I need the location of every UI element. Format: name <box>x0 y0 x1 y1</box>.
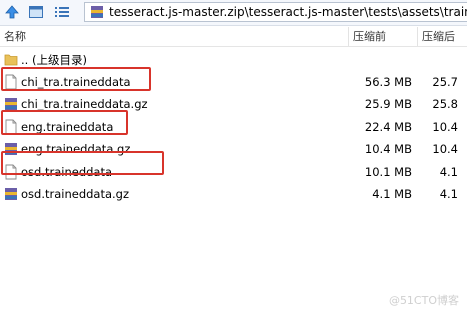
address-bar[interactable]: tesseract.js-master.zip\tesseract.js-mas… <box>84 2 467 22</box>
file-name: osd.traineddata.gz <box>21 187 130 201</box>
file-size: 25.9 MB <box>364 97 412 111</box>
column-size[interactable]: 压缩前 <box>349 27 417 46</box>
archive-window: tesseract.js-master.zip\tesseract.js-mas… <box>0 0 467 314</box>
file-size: 22.4 MB <box>364 119 412 134</box>
column-packed[interactable]: 压缩后 <box>418 27 467 46</box>
file-size: 56.3 MB <box>364 74 412 89</box>
packed-size: 10.4 <box>432 142 458 156</box>
highlight-box <box>1 67 151 91</box>
path-text: tesseract.js-master.zip\tesseract.js-mas… <box>109 5 467 19</box>
archive-icon <box>91 6 103 18</box>
packed-size: 4.1 <box>439 187 458 201</box>
list-view-icon[interactable] <box>54 4 70 20</box>
file-name: chi_tra.traineddata.gz <box>21 97 148 111</box>
column-header: 名称 压缩前 压缩后 <box>0 27 467 47</box>
list-item[interactable]: osd.traineddata.gz 4.1 MB 4.1 <box>0 183 467 206</box>
packed-size: 25.8 <box>432 97 458 111</box>
file-name: .. (上级目录) <box>21 53 87 67</box>
packed-size: 10.4 <box>432 119 458 134</box>
highlight-box <box>1 151 164 175</box>
archive-icon <box>5 188 17 200</box>
highlight-box <box>1 110 128 135</box>
file-size: 10.4 MB <box>364 142 412 156</box>
toolbar: tesseract.js-master.zip\tesseract.js-mas… <box>0 0 467 26</box>
column-name[interactable]: 名称 <box>0 27 348 46</box>
watermark: @51CTO博客 <box>388 294 459 307</box>
file-size: 4.1 MB <box>372 187 412 201</box>
up-arrow-icon[interactable] <box>4 4 20 20</box>
folder-icon <box>4 54 18 66</box>
file-size: 10.1 MB <box>364 164 412 179</box>
view-icon[interactable] <box>28 4 44 20</box>
packed-size: 4.1 <box>439 164 458 179</box>
packed-size: 25.7 <box>432 74 458 89</box>
